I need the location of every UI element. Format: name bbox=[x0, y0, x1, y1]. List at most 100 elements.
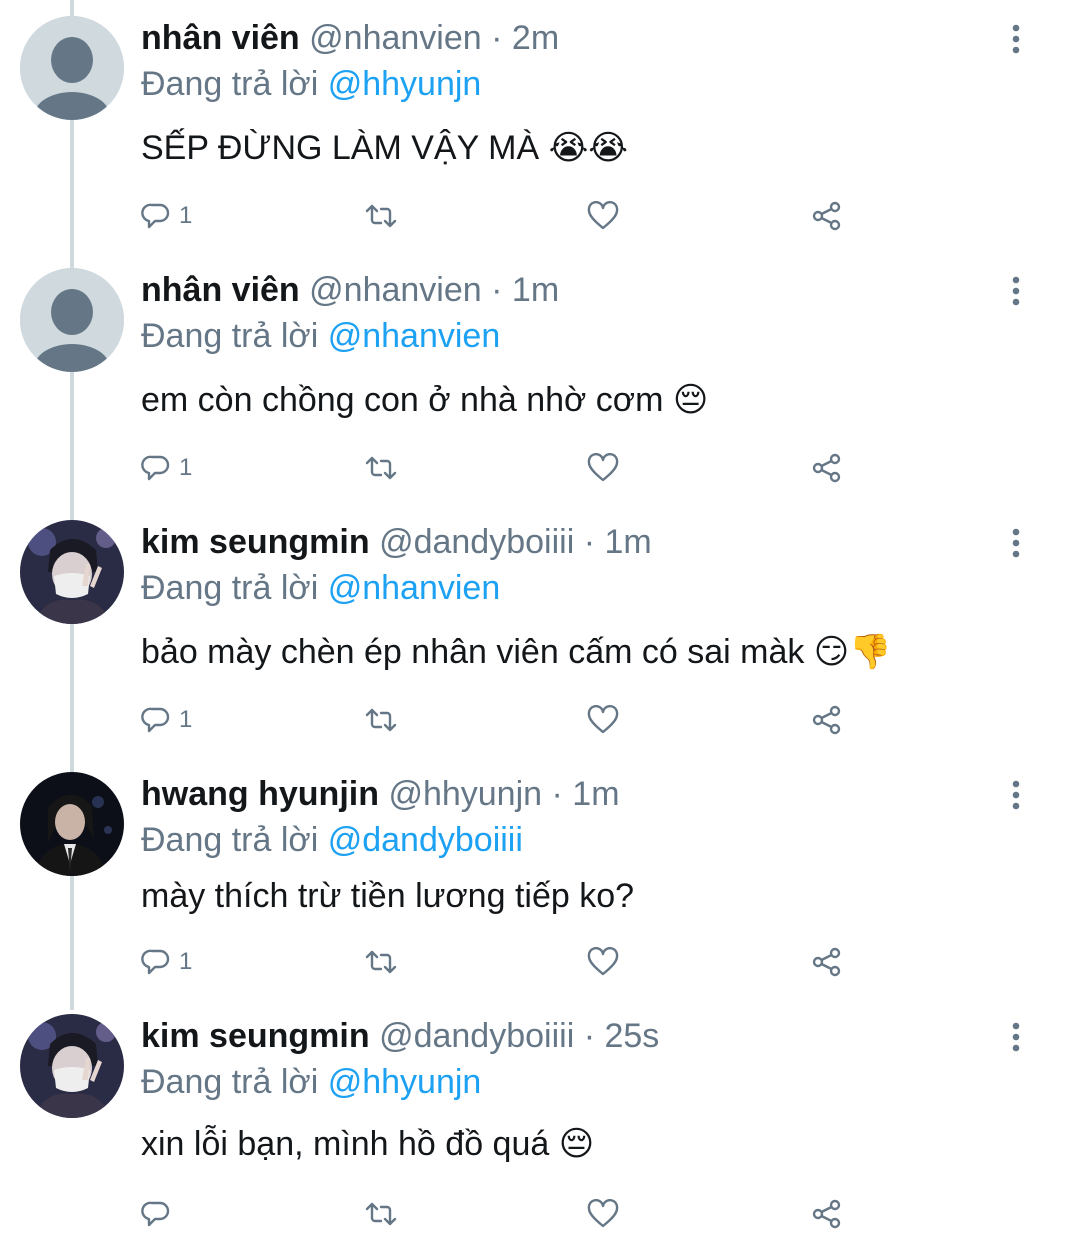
avatar[interactable] bbox=[20, 520, 124, 624]
tweet-header: nhân viên @nhanvien · 2m bbox=[141, 16, 559, 60]
retweet-icon bbox=[365, 456, 397, 480]
tweet-text: bảo mày chèn ép nhân viên cấm có sai màk… bbox=[141, 633, 892, 671]
share-icon bbox=[812, 705, 841, 735]
retweet-icon bbox=[365, 708, 397, 732]
more-options-button[interactable] bbox=[1004, 276, 1028, 306]
more-options-button[interactable] bbox=[1004, 1022, 1028, 1052]
tweet-header: kim seungmin @dandyboiiii · 1m bbox=[141, 520, 652, 564]
tweet-header: kim seungmin @dandyboiiii · 25s bbox=[141, 1014, 659, 1058]
avatar[interactable] bbox=[20, 1014, 124, 1118]
tweet-header: hwang hyunjin @hhyunjn · 1m bbox=[141, 772, 620, 816]
reply-icon bbox=[141, 455, 170, 481]
avatar[interactable] bbox=[20, 268, 124, 372]
share-icon bbox=[812, 201, 841, 231]
replying-to-mention[interactable]: @hhyunjn bbox=[328, 65, 482, 103]
like-button[interactable] bbox=[587, 448, 619, 488]
tweet-actions: 1 bbox=[141, 196, 861, 236]
tweet-actions: 1 bbox=[141, 700, 861, 740]
tweet-header: nhân viên @nhanvien · 1m bbox=[141, 268, 559, 312]
reply-count: 1 bbox=[179, 948, 193, 975]
like-button[interactable] bbox=[587, 942, 619, 982]
separator-dot: · bbox=[583, 1017, 596, 1055]
replying-to-mention[interactable]: @nhanvien bbox=[328, 569, 501, 607]
author-handle[interactable]: @hhyunjn bbox=[388, 775, 542, 813]
reply-button[interactable]: 1 bbox=[141, 942, 192, 982]
reply-icon bbox=[141, 203, 170, 229]
replying-to-line: Đang trả lời @hhyunjn bbox=[141, 1060, 481, 1104]
author-name[interactable]: kim seungmin bbox=[141, 523, 370, 561]
separator-dot: · bbox=[491, 271, 503, 309]
like-button[interactable] bbox=[587, 700, 619, 740]
separator-dot: · bbox=[491, 19, 503, 57]
timestamp[interactable]: 25s bbox=[604, 1017, 659, 1055]
more-vertical-icon bbox=[1012, 780, 1020, 810]
like-button[interactable] bbox=[587, 1194, 619, 1234]
tweet-actions: 1 bbox=[141, 448, 861, 488]
timestamp[interactable]: 1m bbox=[512, 271, 559, 309]
author-name[interactable]: hwang hyunjin bbox=[141, 775, 379, 813]
replying-to-label: Đang trả lời bbox=[141, 65, 319, 103]
replying-to-line: Đang trả lời @nhanvien bbox=[141, 314, 500, 358]
share-button[interactable] bbox=[811, 942, 843, 982]
avatar[interactable] bbox=[20, 16, 124, 120]
tweet-text: em còn chồng con ở nhà nhờ cơm 😔 bbox=[141, 381, 709, 419]
share-button[interactable] bbox=[811, 1194, 843, 1234]
retweet-button[interactable] bbox=[363, 196, 399, 236]
heart-icon bbox=[587, 453, 619, 482]
author-handle[interactable]: @nhanvien bbox=[309, 271, 482, 309]
timestamp[interactable]: 2m bbox=[512, 19, 559, 57]
retweet-button[interactable] bbox=[363, 942, 399, 982]
replying-to-line: Đang trả lời @dandyboiiii bbox=[141, 818, 523, 862]
heart-icon bbox=[587, 705, 619, 734]
replying-to-line: Đang trả lời @nhanvien bbox=[141, 566, 500, 610]
more-vertical-icon bbox=[1012, 24, 1020, 54]
replying-to-label: Đang trả lời bbox=[141, 1063, 319, 1101]
author-name[interactable]: kim seungmin bbox=[141, 1017, 370, 1055]
tweet-text: xin lỗi bạn, mình hồ đồ quá 😔 bbox=[141, 1125, 595, 1163]
replying-to-label: Đang trả lời bbox=[141, 821, 319, 859]
author-name[interactable]: nhân viên bbox=[141, 271, 300, 309]
replying-to-mention[interactable]: @hhyunjn bbox=[328, 1063, 482, 1101]
more-options-button[interactable] bbox=[1004, 528, 1028, 558]
replying-to-mention[interactable]: @nhanvien bbox=[328, 317, 501, 355]
reply-button[interactable]: 1 bbox=[141, 196, 192, 236]
author-name[interactable]: nhân viên bbox=[141, 19, 300, 57]
more-vertical-icon bbox=[1012, 528, 1020, 558]
author-handle[interactable]: @nhanvien bbox=[309, 19, 482, 57]
reply-count: 1 bbox=[179, 454, 193, 481]
retweet-button[interactable] bbox=[363, 1194, 399, 1234]
heart-icon bbox=[587, 201, 619, 230]
reply-icon bbox=[141, 949, 170, 975]
avatar[interactable] bbox=[20, 772, 124, 876]
reply-button[interactable]: 1 bbox=[141, 700, 192, 740]
timestamp[interactable]: 1m bbox=[604, 523, 651, 561]
share-icon bbox=[812, 453, 841, 483]
retweet-button[interactable] bbox=[363, 700, 399, 740]
share-button[interactable] bbox=[811, 700, 843, 740]
replying-to-label: Đang trả lời bbox=[141, 317, 319, 355]
timestamp[interactable]: 1m bbox=[572, 775, 619, 813]
author-handle[interactable]: @dandyboiiii bbox=[379, 1017, 574, 1055]
share-button[interactable] bbox=[811, 196, 843, 236]
tweet-text: mày thích trừ tiền lương tiếp ko? bbox=[141, 877, 635, 915]
author-handle[interactable]: @dandyboiiii bbox=[379, 523, 574, 561]
separator-dot: · bbox=[551, 775, 563, 813]
reply-count: 1 bbox=[179, 202, 193, 229]
replying-to-line: Đang trả lời @hhyunjn bbox=[141, 62, 481, 106]
reply-button[interactable] bbox=[141, 1194, 179, 1234]
reply-icon bbox=[141, 707, 170, 733]
tweet-actions: 1 bbox=[141, 942, 861, 982]
reply-count: 1 bbox=[179, 706, 193, 733]
like-button[interactable] bbox=[587, 196, 619, 236]
more-options-button[interactable] bbox=[1004, 24, 1028, 54]
share-button[interactable] bbox=[811, 448, 843, 488]
separator-dot: · bbox=[583, 523, 596, 561]
share-icon bbox=[812, 1199, 841, 1229]
reply-button[interactable]: 1 bbox=[141, 448, 192, 488]
reply-icon bbox=[141, 1201, 170, 1227]
retweet-button[interactable] bbox=[363, 448, 399, 488]
replying-to-mention[interactable]: @dandyboiiii bbox=[328, 821, 523, 859]
heart-icon bbox=[587, 947, 619, 976]
more-options-button[interactable] bbox=[1004, 780, 1028, 810]
heart-icon bbox=[587, 1199, 619, 1228]
